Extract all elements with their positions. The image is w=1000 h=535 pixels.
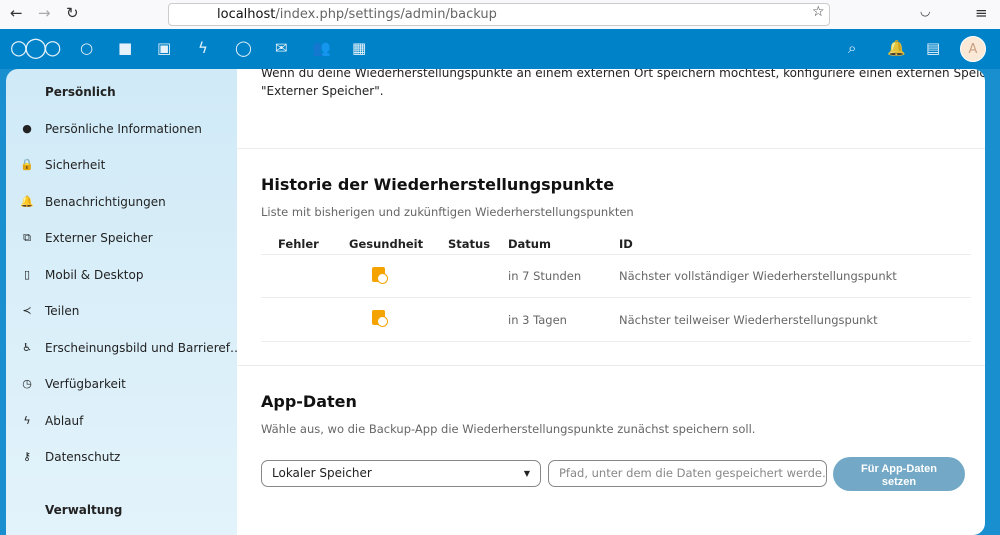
row-date: in 7 Stunden (508, 269, 582, 283)
nextcloud-logo[interactable]: ○◯○ (10, 35, 61, 59)
url-host: localhost (217, 7, 276, 22)
sidebar-item-security[interactable]: 🔒 Sicherheit (6, 150, 237, 180)
button-line-1: Für App-Daten (861, 463, 937, 475)
sidebar-item-mobile-desktop[interactable]: ▯ Mobil & Desktop (6, 260, 237, 290)
label: Datenschutz (45, 450, 121, 464)
select-value: Lokaler Speicher (272, 466, 372, 480)
intro-line-2: "Externer Speicher". (261, 84, 384, 98)
forward-icon[interactable]: → (38, 4, 51, 22)
section-personal: Persönlich (45, 85, 116, 99)
col-errors: Fehler (278, 237, 319, 251)
storage-select[interactable]: Lokaler Speicher ▼ (261, 460, 541, 487)
browser-toolbar: ← → ↻ localhost/index.php/settings/admin… (0, 0, 1000, 29)
label: Sicherheit (45, 158, 106, 172)
appdata-title: App-Daten (261, 392, 357, 411)
files-icon[interactable]: ■ (118, 39, 132, 57)
main-content: Wenn du deine Wiederherstellungspunkte a… (237, 69, 985, 535)
sidebar-item-external-storage[interactable]: ⧉ Externer Speicher (6, 223, 237, 253)
contacts-menu-icon[interactable]: ▤ (926, 39, 940, 57)
divider (237, 148, 985, 149)
accessibility-icon: ♿ (22, 341, 32, 354)
notifications-icon[interactable]: 🔔 (887, 39, 906, 57)
sidebar-item-sharing[interactable]: ≺ Teilen (6, 296, 237, 326)
col-date: Datum (508, 237, 551, 251)
col-status: Status (448, 237, 491, 251)
share-icon: ≺ (22, 304, 32, 317)
activity-icon[interactable]: ϟ (198, 39, 208, 57)
avatar[interactable]: A (960, 36, 986, 62)
history-title: Historie der Wiederherstellungspunkte (261, 175, 615, 194)
label: Benachrichtigungen (45, 195, 166, 209)
app-header: ○◯○ ○ ■ ▣ ϟ ◯ ✉ 👥 ▦ ⌕ 🔔 ▤ A (0, 29, 1000, 69)
lock-icon: 🔒 (20, 158, 34, 171)
intro-line-1: Wenn du deine Wiederherstellungspunkte a… (261, 69, 985, 80)
external-icon: ⧉ (23, 231, 31, 244)
label: Persönliche Informationen (45, 122, 202, 136)
settings-sidebar: Persönlich ● Persönliche Informationen 🔒 S… (6, 69, 242, 535)
sidebar-item-availability[interactable]: ◷ Verfügbarkeit (6, 369, 237, 399)
label: Teilen (45, 304, 80, 318)
label: Erscheinungsbild und Barrieref… (45, 341, 242, 355)
path-input[interactable]: Pfad, unter dem die Daten gespeichert we… (548, 460, 827, 487)
url-path: /index.php/settings/admin/backup (275, 7, 497, 22)
row-date: in 3 Tagen (508, 313, 567, 327)
phone-icon: ▯ (23, 268, 31, 281)
sidebar-item-notifications[interactable]: 🔔 Benachrichtigungen (6, 187, 237, 217)
person-icon: ● (22, 122, 32, 135)
address-bar[interactable]: localhost/index.php/settings/admin/backu… (168, 3, 830, 26)
row-divider (261, 297, 971, 298)
contacts-icon[interactable]: 👥 (312, 39, 331, 57)
label: Ablauf (45, 414, 84, 428)
reload-icon[interactable]: ↻ (66, 4, 79, 22)
flow-icon: ϟ (23, 414, 31, 427)
history-subtitle: Liste mit bisherigen und zukünftigen Wie… (261, 205, 634, 219)
section-admin: Verwaltung (45, 503, 123, 517)
back-icon[interactable]: ← (10, 4, 23, 22)
row-id: Nächster vollständiger Wiederherstellung… (619, 269, 897, 283)
col-health: Gesundheit (349, 237, 424, 251)
photos-icon[interactable]: ▣ (157, 39, 171, 57)
mail-icon[interactable]: ✉ (275, 39, 288, 57)
clock-icon: ◷ (22, 377, 32, 390)
set-app-data-button[interactable]: Für App-Daten setzen (833, 457, 965, 491)
row-divider (261, 341, 971, 342)
bell-icon: 🔔 (20, 195, 34, 208)
pending-icon (372, 267, 388, 284)
col-id: ID (619, 237, 633, 251)
sidebar-item-privacy[interactable]: ⚷ Datenschutz (6, 442, 237, 472)
divider (237, 365, 985, 366)
row-id: Nächster teilweiser Wiederherstellungspu… (619, 313, 878, 327)
pocket-icon[interactable]: ◡ (920, 4, 930, 18)
label: Verfügbarkeit (45, 377, 126, 391)
calendar-icon[interactable]: ▦ (352, 39, 366, 57)
search-icon[interactable]: ⌕ (848, 39, 856, 57)
sidebar-item-appearance[interactable]: ♿ Erscheinungsbild und Barrieref… (6, 333, 242, 363)
appdata-subtitle: Wähle aus, wo die Backup-App die Wiederh… (261, 422, 756, 436)
talk-icon[interactable]: ◯ (235, 39, 252, 57)
label: Externer Speicher (45, 231, 153, 245)
caret-down-icon: ▼ (523, 469, 530, 478)
key-icon: ⚷ (22, 450, 32, 463)
pending-icon (372, 310, 388, 327)
label: Mobil & Desktop (45, 268, 144, 282)
button-line-2: setzen (881, 476, 917, 488)
dashboard-icon[interactable]: ○ (80, 39, 93, 57)
sidebar-item-flow[interactable]: ϟ Ablauf (6, 406, 237, 436)
bookmark-star-icon[interactable]: ☆ (812, 4, 825, 20)
sidebar-item-personal-info[interactable]: ● Persönliche Informationen (6, 114, 237, 144)
row-divider (261, 254, 971, 255)
menu-icon[interactable]: ≡ (975, 4, 988, 22)
